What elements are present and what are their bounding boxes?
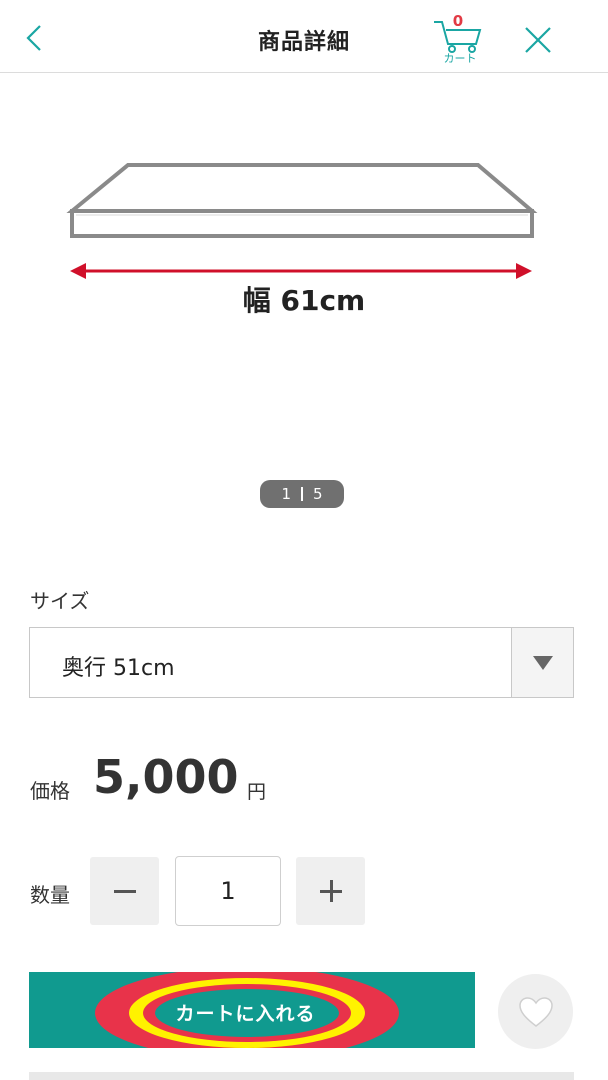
size-label: サイズ	[30, 589, 90, 613]
add-to-cart-label: カートに入れる	[175, 1003, 316, 1025]
close-icon	[525, 27, 551, 53]
triangle-down-icon	[533, 656, 553, 670]
close-button[interactable]	[518, 20, 558, 60]
cart-button[interactable]: 0 カート	[430, 10, 490, 66]
dimension-label: 幅 61cm	[242, 284, 366, 317]
select-dropdown-button[interactable]	[511, 628, 573, 697]
favorite-button[interactable]	[498, 974, 573, 1049]
add-to-cart-button[interactable]: カートに入れる	[29, 972, 475, 1048]
quantity-decrease-button[interactable]	[90, 857, 159, 925]
pager-total: 5	[313, 485, 323, 503]
header-bar: 商品詳細 0 カート	[0, 0, 608, 73]
size-select[interactable]: 奥行 51cm	[29, 627, 574, 698]
image-pager: 1 5	[260, 480, 344, 508]
pager-current: 1	[281, 485, 291, 503]
quantity-increase-button[interactable]	[296, 857, 365, 925]
quantity-input[interactable]: 1	[175, 856, 281, 926]
minus-icon	[113, 889, 136, 893]
heart-icon	[518, 996, 553, 1027]
quantity-label: 数量	[30, 883, 70, 907]
size-selected-value: 奥行 51cm	[62, 656, 175, 681]
product-image[interactable]: 幅 61cm 1 5	[0, 74, 608, 520]
price-unit: 円	[247, 781, 267, 803]
price-value: 5,000	[93, 750, 239, 804]
page-title: 商品詳細	[257, 30, 350, 55]
cart-label: カート	[443, 52, 477, 65]
cart-icon	[434, 21, 482, 53]
bottom-divider	[29, 1072, 574, 1080]
price-label: 価格	[30, 779, 70, 803]
pager-separator	[301, 487, 303, 501]
